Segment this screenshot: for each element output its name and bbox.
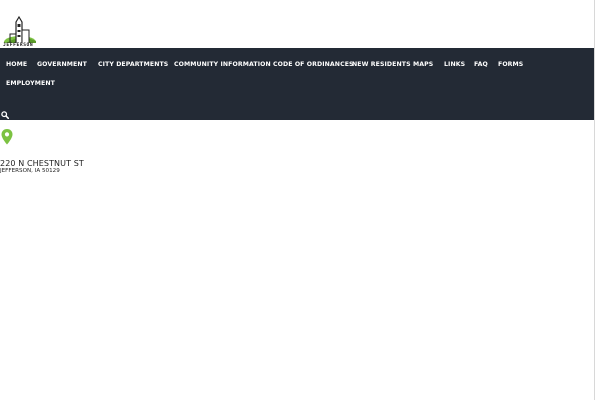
site-logo[interactable]: JEFFERSON	[2, 14, 40, 48]
nav-item-new-residents[interactable]: NEW RESIDENTS	[352, 61, 411, 69]
nav-item-code-of-ordinances[interactable]: CODE OF ORDINANCES	[273, 61, 354, 69]
page: JEFFERSON HOME GOVERNMENT CITY DEPARTMEN…	[0, 0, 600, 400]
search-icon[interactable]	[1, 104, 10, 120]
main-navigation: HOME GOVERNMENT CITY DEPARTMENTS COMMUNI…	[0, 48, 594, 120]
nav-item-community-information[interactable]: COMMUNITY INFORMATION	[174, 61, 271, 69]
site-header: JEFFERSON	[0, 0, 600, 48]
address-city-state-zip: JEFFERSON, IA 50129	[0, 168, 60, 174]
nav-item-city-departments[interactable]: CITY DEPARTMENTS	[98, 61, 168, 69]
nav-item-faq[interactable]: FAQ	[474, 61, 488, 69]
nav-item-forms[interactable]: FORMS	[498, 61, 523, 69]
map-pin-icon	[1, 129, 13, 145]
address-street: 220 N CHESTNUT ST	[0, 159, 84, 168]
nav-item-home[interactable]: HOME	[6, 61, 27, 69]
nav-item-links[interactable]: LINKS	[444, 61, 465, 69]
nav-item-government[interactable]: GOVERNMENT	[37, 61, 87, 69]
nav-item-employment[interactable]: EMPLOYMENT	[6, 80, 55, 88]
nav-item-maps[interactable]: MAPS	[413, 61, 433, 69]
scrollbar[interactable]	[594, 0, 600, 400]
